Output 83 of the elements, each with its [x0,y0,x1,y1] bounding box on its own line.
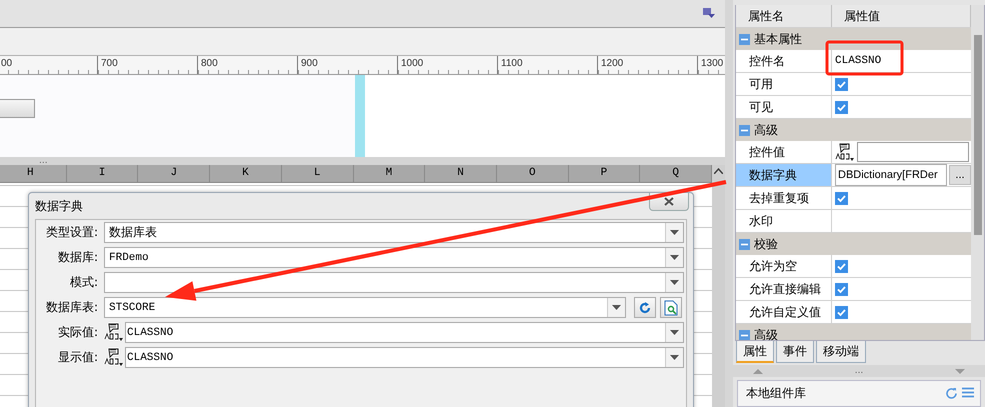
field-label: 显示值: [56,349,98,366]
dictionary-field[interactable]: DBDictionary[FRDer [835,164,947,186]
document-search-icon [664,300,678,316]
column-header[interactable]: L [282,165,354,182]
canvas-button[interactable] [0,99,35,118]
ruler-label: 1000 [400,57,424,69]
column-header[interactable]: J [138,165,210,182]
splitter-handle[interactable]: ... [39,157,48,165]
tab[interactable]: 事件 [776,341,814,363]
dropdown-button[interactable] [607,298,625,317]
panel-title: 本地组件库 [746,385,806,402]
caret-icon [612,305,621,310]
collapse-icon[interactable] [739,330,750,340]
refresh-icon [638,300,652,314]
select-field[interactable]: 数据库表 [104,222,684,243]
scrollbar[interactable] [971,5,984,340]
column-header[interactable]: I [66,165,138,182]
scrollbar[interactable] [712,165,725,407]
ruler-label: 700 [100,57,118,69]
checkbox[interactable] [835,282,848,296]
ruler-label: 00 [0,57,12,69]
select-field[interactable]: STSCORE [104,297,626,318]
checkbox[interactable] [835,78,848,90]
group-header: 高级 [754,122,778,138]
dropdown-button[interactable] [665,248,683,267]
browse-button[interactable]: ... [949,165,971,185]
dropdown-button[interactable] [665,348,683,367]
checkbox[interactable] [835,260,848,272]
ruler-label: 1200 [600,57,624,69]
caret-icon [670,355,679,360]
type-icon[interactable] [104,348,124,367]
column-header: 属性名 [736,5,832,27]
type-icon[interactable] [104,323,124,342]
input-field[interactable] [857,142,969,162]
tab[interactable]: 移动端 [816,341,866,363]
field-label: 类型设置: [44,224,98,241]
group-header: 高级 [754,326,778,340]
collapse-icon[interactable] [739,34,750,44]
caret-icon [670,280,679,285]
checkbox[interactable] [835,192,848,204]
caret-icon [670,230,679,235]
field-label: 数据库表: [44,299,98,316]
ruler-label: 900 [300,57,318,69]
dropdown-button[interactable] [665,273,683,292]
checkbox[interactable] [835,306,848,318]
ruler-label: 800 [200,57,218,69]
select-field[interactable]: FRDemo [104,247,684,268]
refresh-button[interactable] [634,297,656,318]
column-header: 属性值 [832,5,971,27]
property-name[interactable]: 数据字典 [736,164,832,186]
menu-icon[interactable] [962,387,974,398]
dialog-title: 数据字典 [35,198,83,215]
select-field[interactable]: CLASSNO [125,322,684,343]
field-label: 模式: [68,274,98,291]
column-header[interactable]: N [425,165,497,182]
ruler-label: 1300 [700,57,724,69]
close-icon [664,197,674,206]
select-field[interactable]: CLASSNO [125,347,684,368]
splitter-handle[interactable]: ... [854,367,864,375]
type-icon[interactable] [835,142,855,162]
column-header[interactable]: P [568,165,640,182]
collapse-icon[interactable] [739,124,750,136]
checkbox[interactable] [835,100,848,114]
caret-icon [670,330,679,335]
property-value: CLASSNO [835,55,882,67]
down-arrow-icon[interactable] [955,368,965,374]
column-header[interactable]: H [0,165,67,182]
ruler-label: 1100 [500,57,523,69]
dropdown-button[interactable] [665,223,683,242]
select-field[interactable] [104,272,684,293]
tab[interactable]: 属性 [736,341,774,363]
preview-button[interactable] [660,297,682,318]
field-label: 实际值: [56,324,98,341]
collapse-icon[interactable] [739,238,750,250]
dropdown-button[interactable] [665,323,683,342]
group-header: 校验 [754,236,778,252]
column-header[interactable]: K [210,165,282,182]
caret-icon [670,255,679,260]
column-header[interactable]: O [496,165,569,182]
field-label: 数据库: [56,249,98,266]
refresh-icon[interactable] [945,387,958,400]
group-header: 基本属性 [754,30,802,48]
column-header[interactable]: M [354,165,426,182]
